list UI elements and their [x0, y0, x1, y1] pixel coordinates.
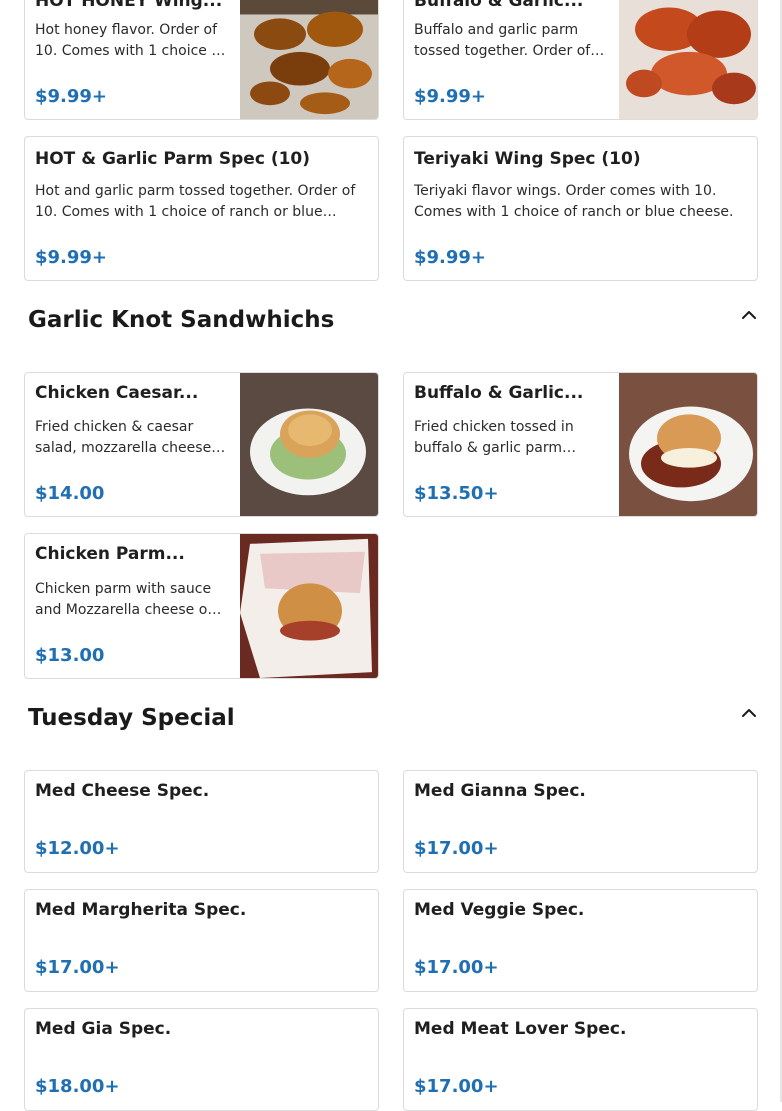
section-title-tuesday-special: Tuesday Special — [28, 705, 235, 731]
menu-item-title: Chicken Caesar... — [35, 383, 199, 403]
chicken-parm-sandwich-photo — [240, 534, 378, 678]
menu-item-card[interactable]: Chicken Parm... Chicken parm with sauce … — [24, 533, 379, 679]
menu-item-price: $9.99+ — [35, 86, 108, 107]
menu-item-description: Fried chicken tossed in buffalo & garlic… — [414, 419, 574, 456]
menu-item-title: Med Gianna Spec. — [414, 781, 586, 801]
menu-item-card[interactable]: Med Cheese Spec. $12.00+ — [24, 770, 379, 873]
menu-item-card[interactable]: Chicken Caesar... Fried chicken & caesar… — [24, 372, 379, 517]
menu-item-price: $9.99+ — [414, 86, 487, 107]
menu-item-title: Buffalo & Garlic... — [414, 383, 584, 403]
menu-item-card[interactable]: Teriyaki Wing Spec (10) Teriyaki flavor … — [403, 136, 758, 281]
menu-item-card[interactable]: Buffalo & Garlic... Buffalo and garlic p… — [403, 0, 758, 120]
menu-item-price: $17.00+ — [414, 838, 499, 859]
menu-item-card[interactable]: Med Gia Spec. $18.00+ — [24, 1008, 379, 1111]
menu-item-price: $13.00 — [35, 645, 105, 666]
menu-item-description: Teriyaki flavor wings. Order comes with … — [414, 183, 734, 220]
menu-item-card[interactable]: HOT HONEY Wing... Hot honey flavor. Orde… — [24, 0, 379, 120]
buffalo-garlic-sandwich-photo — [619, 373, 757, 516]
menu-item-price: $17.00+ — [35, 957, 120, 978]
menu-item-card[interactable]: Med Veggie Spec. $17.00+ — [403, 889, 758, 992]
chevron-up-icon[interactable] — [737, 303, 761, 327]
menu-item-price: $12.00+ — [35, 838, 120, 859]
menu-item-card[interactable]: Buffalo & Garlic... Fried chicken tossed… — [403, 372, 758, 517]
menu-item-card[interactable]: Med Margherita Spec. $17.00+ — [24, 889, 379, 992]
menu-item-title: Teriyaki Wing Spec (10) — [414, 149, 641, 169]
menu-item-card[interactable]: Med Gianna Spec. $17.00+ — [403, 770, 758, 873]
menu-item-description: Fried chicken & caesar salad, mozzarella… — [35, 419, 212, 456]
menu-item-description: Hot honey flavor. Order of 10. Comes wit… — [35, 22, 225, 59]
menu-item-description: Buffalo and garlic parm tossed together.… — [414, 22, 591, 59]
menu-item-title: Med Cheese Spec. — [35, 781, 210, 801]
menu-item-card[interactable]: HOT & Garlic Parm Spec (10) Hot and garl… — [24, 136, 379, 281]
menu-item-title: HOT & Garlic Parm Spec (10) — [35, 149, 311, 169]
menu-item-price: $17.00+ — [414, 957, 499, 978]
menu-item-title: Med Margherita Spec. — [35, 900, 247, 920]
menu-item-price: $13.50+ — [414, 483, 499, 504]
menu-item-card[interactable]: Med Meat Lover Spec. $17.00+ — [403, 1008, 758, 1111]
menu-item-title: Med Gia Spec. — [35, 1019, 172, 1039]
menu-item-description: Hot and garlic parm tossed together. Ord… — [35, 183, 356, 220]
menu-item-description: Chicken parm with sauce and Mozzarella c… — [35, 581, 217, 618]
menu-item-price: $9.99+ — [414, 247, 487, 268]
menu-item-title: Med Meat Lover Spec. — [414, 1019, 627, 1039]
section-title-garlic-knot: Garlic Knot Sandwhichs — [28, 307, 335, 333]
menu-item-price: $9.99+ — [35, 247, 108, 268]
menu-item-title: Med Veggie Spec. — [414, 900, 585, 920]
chicken-caesar-sandwich-photo — [240, 373, 378, 516]
menu-item-price: $14.00 — [35, 483, 105, 504]
buffalo-garlic-wings-photo — [619, 0, 757, 119]
hot-honey-wings-photo — [240, 0, 378, 119]
chevron-up-icon[interactable] — [737, 701, 761, 725]
menu-item-price: $18.00+ — [35, 1076, 120, 1097]
menu-item-price: $17.00+ — [414, 1076, 499, 1097]
menu-item-title: Buffalo & Garlic... — [414, 0, 584, 11]
menu-item-title: Chicken Parm... — [35, 544, 185, 564]
menu-item-title: HOT HONEY Wing... — [35, 0, 223, 11]
